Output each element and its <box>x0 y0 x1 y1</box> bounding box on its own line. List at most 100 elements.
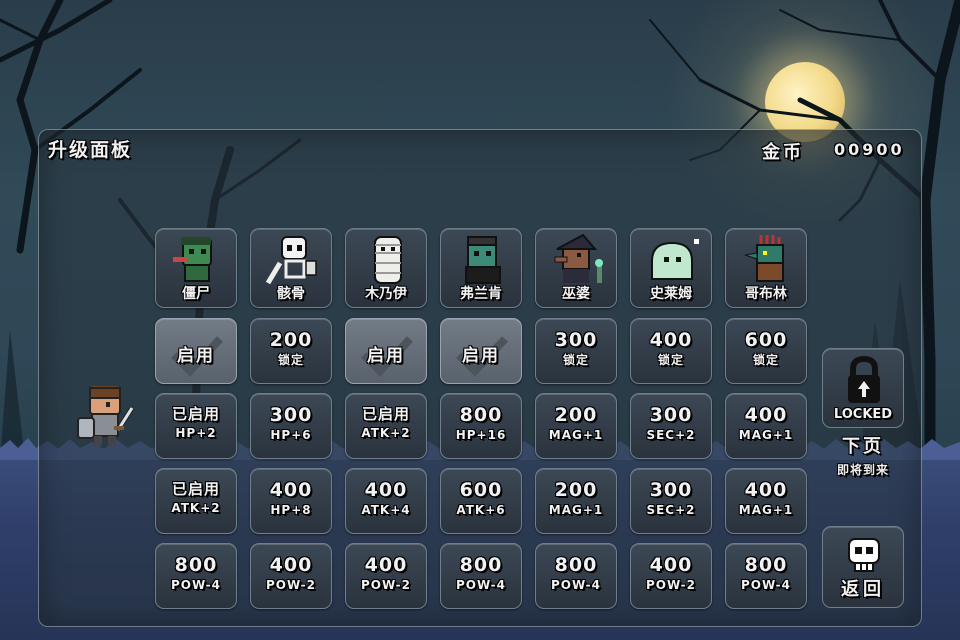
upgrade-button[interactable]: 400 MAG+1 <box>725 393 807 459</box>
stat-label: HP+16 <box>455 428 507 442</box>
upgrade-button[interactable]: 已启用 ATK+2 <box>155 468 237 534</box>
char-name-frankenstein: 弗兰肯 <box>460 286 502 302</box>
char-name-goblin: 哥布林 <box>745 286 787 302</box>
enabled-label: 启用 <box>462 346 500 366</box>
upgrade-button[interactable]: 300 HP+6 <box>250 393 332 459</box>
upgrade-button[interactable]: 600 ATK+6 <box>440 468 522 534</box>
char-frankenstein-button[interactable]: 弗兰肯 <box>440 228 522 308</box>
unlock-goblin-button[interactable]: 600 锁定 <box>725 318 807 384</box>
upgrade-button[interactable]: 300 SEC+2 <box>630 393 712 459</box>
zombie-icon <box>173 237 212 282</box>
locked-label: 锁定 <box>752 353 779 367</box>
stat-label: HP+6 <box>270 428 312 442</box>
stat-label: SEC+2 <box>646 503 696 517</box>
unlock-witch-button[interactable]: 300 锁定 <box>535 318 617 384</box>
activated-label: 已启用 <box>171 480 220 498</box>
stat-label: ATK+6 <box>456 503 506 517</box>
stat-label: POW-4 <box>550 578 602 592</box>
upgrade-button[interactable]: 200 MAG+1 <box>535 468 617 534</box>
stat-label: POW-4 <box>170 578 222 592</box>
char-goblin-button[interactable]: 哥布林 <box>725 228 807 308</box>
price-label: 800 <box>554 554 598 576</box>
price-label: 400 <box>649 554 693 576</box>
price-label: 300 <box>554 329 598 351</box>
stat-label: MAG+1 <box>548 428 604 442</box>
upgrade-button[interactable]: 400 POW-2 <box>250 543 332 609</box>
stat-label: MAG+1 <box>738 503 794 517</box>
mummy-icon <box>374 236 402 284</box>
price-label: 200 <box>554 479 598 501</box>
unlock-zombie-enabled[interactable]: 启用 <box>155 318 237 384</box>
stat-label: ATK+2 <box>361 426 411 440</box>
stat-label: POW-4 <box>740 578 792 592</box>
char-name-mummy: 木乃伊 <box>365 286 407 302</box>
stat-label: HP+2 <box>175 426 217 440</box>
skull-icon <box>848 538 880 572</box>
stat-label: SEC+2 <box>646 428 696 442</box>
upgrade-button[interactable]: 400 HP+8 <box>250 468 332 534</box>
price-label: 800 <box>459 404 503 426</box>
enabled-label: 启用 <box>367 346 405 366</box>
price-label: 400 <box>744 479 788 501</box>
upgrade-button[interactable]: 已启用 ATK+2 <box>345 393 427 459</box>
price-label: 300 <box>269 404 313 426</box>
next-page-button[interactable]: LOCKED <box>822 348 904 428</box>
gold-label: 金币 <box>762 142 804 163</box>
unlock-mummy-enabled[interactable]: 启用 <box>345 318 427 384</box>
char-name-zombie: 僵尸 <box>182 286 210 302</box>
locked-label: 锁定 <box>657 353 684 367</box>
back-label: 返回 <box>841 579 885 600</box>
gold-value: 00900 <box>834 140 905 159</box>
price-label: 400 <box>364 479 408 501</box>
char-name-skeleton: 骸骨 <box>277 286 305 302</box>
upgrade-button[interactable]: 800 HP+16 <box>440 393 522 459</box>
unlock-frankenstein-enabled[interactable]: 启用 <box>440 318 522 384</box>
upgrade-button[interactable]: 800 POW-4 <box>440 543 522 609</box>
stat-label: MAG+1 <box>548 503 604 517</box>
upgrade-button[interactable]: 300 SEC+2 <box>630 468 712 534</box>
stat-label: POW-2 <box>645 578 697 592</box>
stat-label: POW-4 <box>455 578 507 592</box>
upgrade-button[interactable]: 800 POW-4 <box>155 543 237 609</box>
next-page-label: 下页 <box>842 436 884 457</box>
slime-icon <box>651 239 699 280</box>
price-label: 600 <box>459 479 503 501</box>
stat-label: HP+8 <box>270 503 312 517</box>
locked-label: 锁定 <box>562 353 589 367</box>
goblin-icon <box>744 235 784 282</box>
padlock-icon <box>848 355 880 403</box>
enabled-label: 启用 <box>177 346 215 366</box>
char-skeleton-button[interactable]: 骸骨 <box>250 228 332 308</box>
price-label: 300 <box>649 479 693 501</box>
price-label: 200 <box>269 329 313 351</box>
upgrade-button[interactable]: 800 POW-4 <box>725 543 807 609</box>
unlock-skeleton-button[interactable]: 200 锁定 <box>250 318 332 384</box>
upgrade-button[interactable]: 200 MAG+1 <box>535 393 617 459</box>
back-button[interactable]: 返回 <box>822 526 904 608</box>
stat-label: ATK+2 <box>171 501 221 515</box>
upgrade-button[interactable]: 400 POW-2 <box>630 543 712 609</box>
char-name-slime: 史莱姆 <box>650 286 692 302</box>
price-label: 800 <box>174 554 218 576</box>
price-label: 400 <box>269 479 313 501</box>
hero-knight-icon <box>77 386 135 446</box>
char-mummy-button[interactable]: 木乃伊 <box>345 228 427 308</box>
stat-label: POW-2 <box>360 578 412 592</box>
price-label: 400 <box>744 404 788 426</box>
stat-label: ATK+4 <box>361 503 411 517</box>
char-witch-button[interactable]: 巫婆 <box>535 228 617 308</box>
upgrade-button[interactable]: 400 POW-2 <box>345 543 427 609</box>
frankenstein-icon <box>465 236 501 284</box>
price-label: 400 <box>649 329 693 351</box>
upgrade-button[interactable]: 400 ATK+4 <box>345 468 427 534</box>
price-label: 800 <box>459 554 503 576</box>
unlock-slime-button[interactable]: 400 锁定 <box>630 318 712 384</box>
upgrade-button[interactable]: 800 POW-4 <box>535 543 617 609</box>
upgrade-button[interactable]: 400 MAG+1 <box>725 468 807 534</box>
char-zombie-button[interactable]: 僵尸 <box>155 228 237 308</box>
upgrade-button[interactable]: 已启用 HP+2 <box>155 393 237 459</box>
price-label: 400 <box>269 554 313 576</box>
char-slime-button[interactable]: 史莱姆 <box>630 228 712 308</box>
skeleton-icon <box>265 236 317 285</box>
price-label: 200 <box>554 404 598 426</box>
